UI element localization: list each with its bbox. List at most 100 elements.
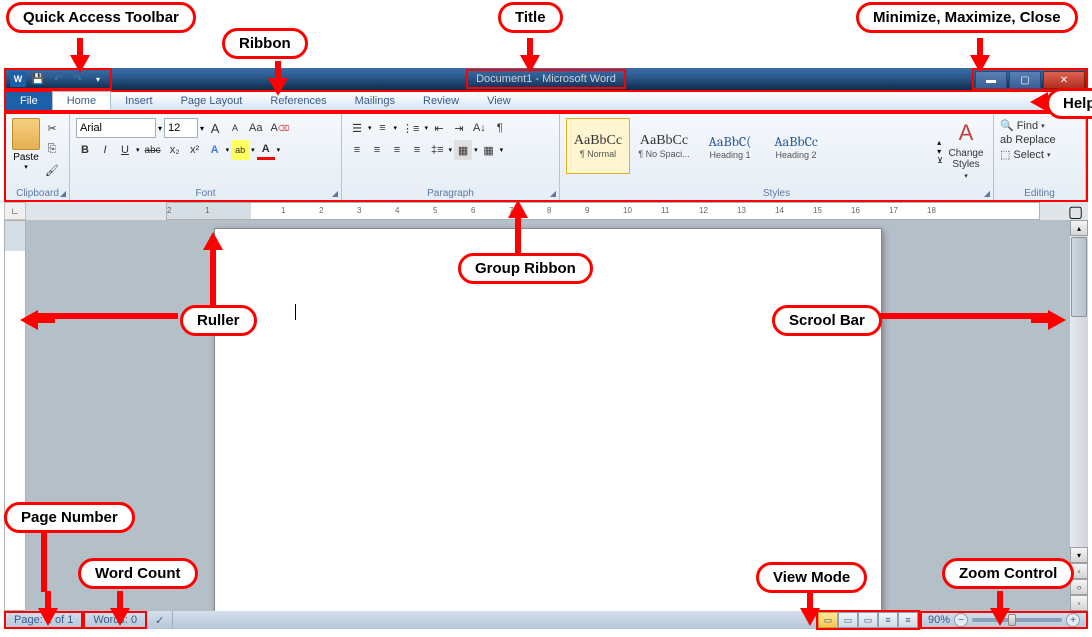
callout-ruler: Ruller [180, 305, 257, 336]
format-painter-icon[interactable]: 🖌 [42, 160, 62, 180]
align-center-icon[interactable]: ≡ [368, 140, 386, 160]
qat-dropdown-icon[interactable]: ▾ [90, 71, 106, 87]
show-marks-icon[interactable]: ¶ [491, 118, 509, 138]
dialog-launcher-icon[interactable]: ◢ [332, 189, 338, 198]
scroll-up-icon[interactable]: ▴ [1070, 220, 1088, 236]
scroll-down-icon[interactable]: ▾ [1070, 547, 1088, 563]
bold-button[interactable]: B [76, 140, 94, 160]
chevron-down-icon[interactable]: ▾ [136, 146, 140, 154]
change-case-icon[interactable]: Aa [246, 118, 265, 138]
web-layout-view-icon[interactable]: ▭ [858, 612, 878, 628]
save-icon[interactable]: 💾 [30, 71, 46, 87]
undo-icon[interactable]: ↶ [50, 71, 66, 87]
style-item[interactable]: AaBbCcHeading 2 [764, 118, 828, 174]
tab-insert[interactable]: Insert [111, 92, 167, 110]
tab-view[interactable]: View [473, 92, 525, 110]
decrease-indent-icon[interactable]: ⇤ [430, 118, 448, 138]
text-cursor [295, 304, 296, 320]
redo-icon[interactable]: ↷ [70, 71, 86, 87]
grow-font-icon[interactable]: A [206, 118, 224, 138]
chevron-down-icon: ▾ [964, 172, 968, 180]
tab-selector[interactable]: ∟ [4, 202, 26, 220]
chevron-down-icon[interactable]: ▾ [158, 124, 162, 133]
shading-icon[interactable]: ▦ [454, 140, 472, 160]
numbering-icon[interactable]: ≡ [374, 118, 392, 138]
ruler-toggle-icon[interactable]: ▢ [1068, 202, 1088, 220]
chevron-down-icon[interactable]: ▾ [226, 146, 230, 154]
justify-icon[interactable]: ≡ [408, 140, 426, 160]
tab-file[interactable]: File [6, 92, 52, 110]
tab-home[interactable]: Home [52, 91, 111, 110]
print-layout-view-icon[interactable]: ▭ [818, 612, 838, 628]
change-styles-label: Change Styles [948, 148, 984, 170]
chevron-down-icon[interactable]: ▾ [277, 146, 281, 154]
shrink-font-icon[interactable]: A [226, 118, 244, 138]
style-item[interactable]: AaBbC(Heading 1 [698, 118, 762, 174]
scroll-thumb[interactable] [1071, 237, 1087, 317]
line-spacing-icon[interactable]: ‡≡ [428, 140, 447, 160]
font-color-icon[interactable]: A [257, 140, 275, 160]
align-left-icon[interactable]: ≡ [348, 140, 366, 160]
page[interactable] [214, 228, 882, 611]
chevron-down-icon[interactable]: ▾ [200, 124, 204, 133]
browse-object-icon[interactable]: ○ [1070, 579, 1088, 595]
bullets-icon[interactable]: ☰ [348, 118, 366, 138]
dialog-launcher-icon[interactable]: ◢ [60, 189, 66, 198]
clear-format-icon[interactable]: A⌫ [268, 118, 293, 138]
close-button[interactable]: ✕ [1043, 71, 1085, 89]
zoom-out-button[interactable]: − [954, 613, 968, 627]
tab-pagelayout[interactable]: Page Layout [167, 92, 257, 110]
dialog-launcher-icon[interactable]: ◢ [550, 189, 556, 198]
next-page-icon[interactable]: ◦ [1070, 595, 1088, 611]
select-button[interactable]: ⬚Select ▾ [1000, 147, 1079, 162]
maximize-button[interactable]: ▢ [1009, 71, 1041, 89]
gallery-more-icon[interactable]: ⊻ [937, 156, 943, 165]
zoom-level[interactable]: 90% [928, 614, 950, 626]
align-right-icon[interactable]: ≡ [388, 140, 406, 160]
outline-view-icon[interactable]: ≡ [878, 612, 898, 628]
sort-icon[interactable]: A↓ [470, 118, 489, 138]
callout-ribbon: Ribbon [222, 28, 308, 59]
change-styles-button[interactable]: A Change Styles ▾ [945, 118, 987, 182]
gallery-up-icon[interactable]: ▴ [937, 138, 943, 147]
increase-indent-icon[interactable]: ⇥ [450, 118, 468, 138]
group-font: ▾ ▾ A A Aa A⌫ B I U ▾ abc x₂ x² A ▾ ab ▾ [70, 114, 342, 200]
vertical-scrollbar[interactable]: ▴ ▾ ◦ ○ ◦ [1070, 220, 1088, 611]
text-effects-icon[interactable]: A [206, 140, 224, 160]
find-button[interactable]: 🔍Find ▾ [1000, 118, 1079, 133]
arrow [508, 200, 528, 218]
underline-button[interactable]: U [116, 140, 134, 160]
ribbon-tabs: File Home Insert Page Layout References … [4, 90, 1088, 112]
chevron-down-icon[interactable]: ▾ [251, 146, 255, 154]
tab-mailings[interactable]: Mailings [341, 92, 409, 110]
font-name-input[interactable] [76, 118, 156, 138]
style-item[interactable]: AaBbCc¶ Normal [566, 118, 630, 174]
paste-button[interactable]: Paste ▾ [12, 118, 40, 180]
subscript-button[interactable]: x₂ [166, 140, 184, 160]
ruler-row: ∟ 21123456789101112131415161718 ▢ [4, 202, 1088, 220]
replace-button[interactable]: abReplace [1000, 133, 1079, 147]
cut-icon[interactable]: ✂ [42, 118, 62, 138]
horizontal-ruler[interactable]: 21123456789101112131415161718 [166, 202, 1040, 220]
minimize-button[interactable]: ▬ [975, 71, 1007, 89]
fullscreen-reading-view-icon[interactable]: ▭ [838, 612, 858, 628]
gallery-down-icon[interactable]: ▾ [937, 147, 943, 156]
group-editing: 🔍Find ▾ abReplace ⬚Select ▾ Editing [994, 114, 1086, 200]
zoom-slider[interactable] [972, 618, 1062, 622]
zoom-in-button[interactable]: + [1066, 613, 1080, 627]
italic-button[interactable]: I [96, 140, 114, 160]
dialog-launcher-icon[interactable]: ◢ [984, 189, 990, 198]
tab-review[interactable]: Review [409, 92, 473, 110]
superscript-button[interactable]: x² [186, 140, 204, 160]
draft-view-icon[interactable]: ≡ [898, 612, 918, 628]
proofing-icon[interactable]: ✓ [147, 611, 173, 629]
strike-button[interactable]: abc [142, 140, 164, 160]
font-size-input[interactable] [164, 118, 198, 138]
highlight-icon[interactable]: ab [231, 140, 249, 160]
borders-icon[interactable]: ▦ [480, 140, 498, 160]
multilevel-icon[interactable]: ⋮≡ [399, 118, 422, 138]
copy-icon[interactable]: ⎘ [42, 139, 62, 159]
style-item[interactable]: AaBbCc¶ No Spaci... [632, 118, 696, 174]
view-buttons: ▭ ▭ ▭ ≡ ≡ [816, 610, 920, 630]
vertical-ruler[interactable] [4, 220, 26, 611]
